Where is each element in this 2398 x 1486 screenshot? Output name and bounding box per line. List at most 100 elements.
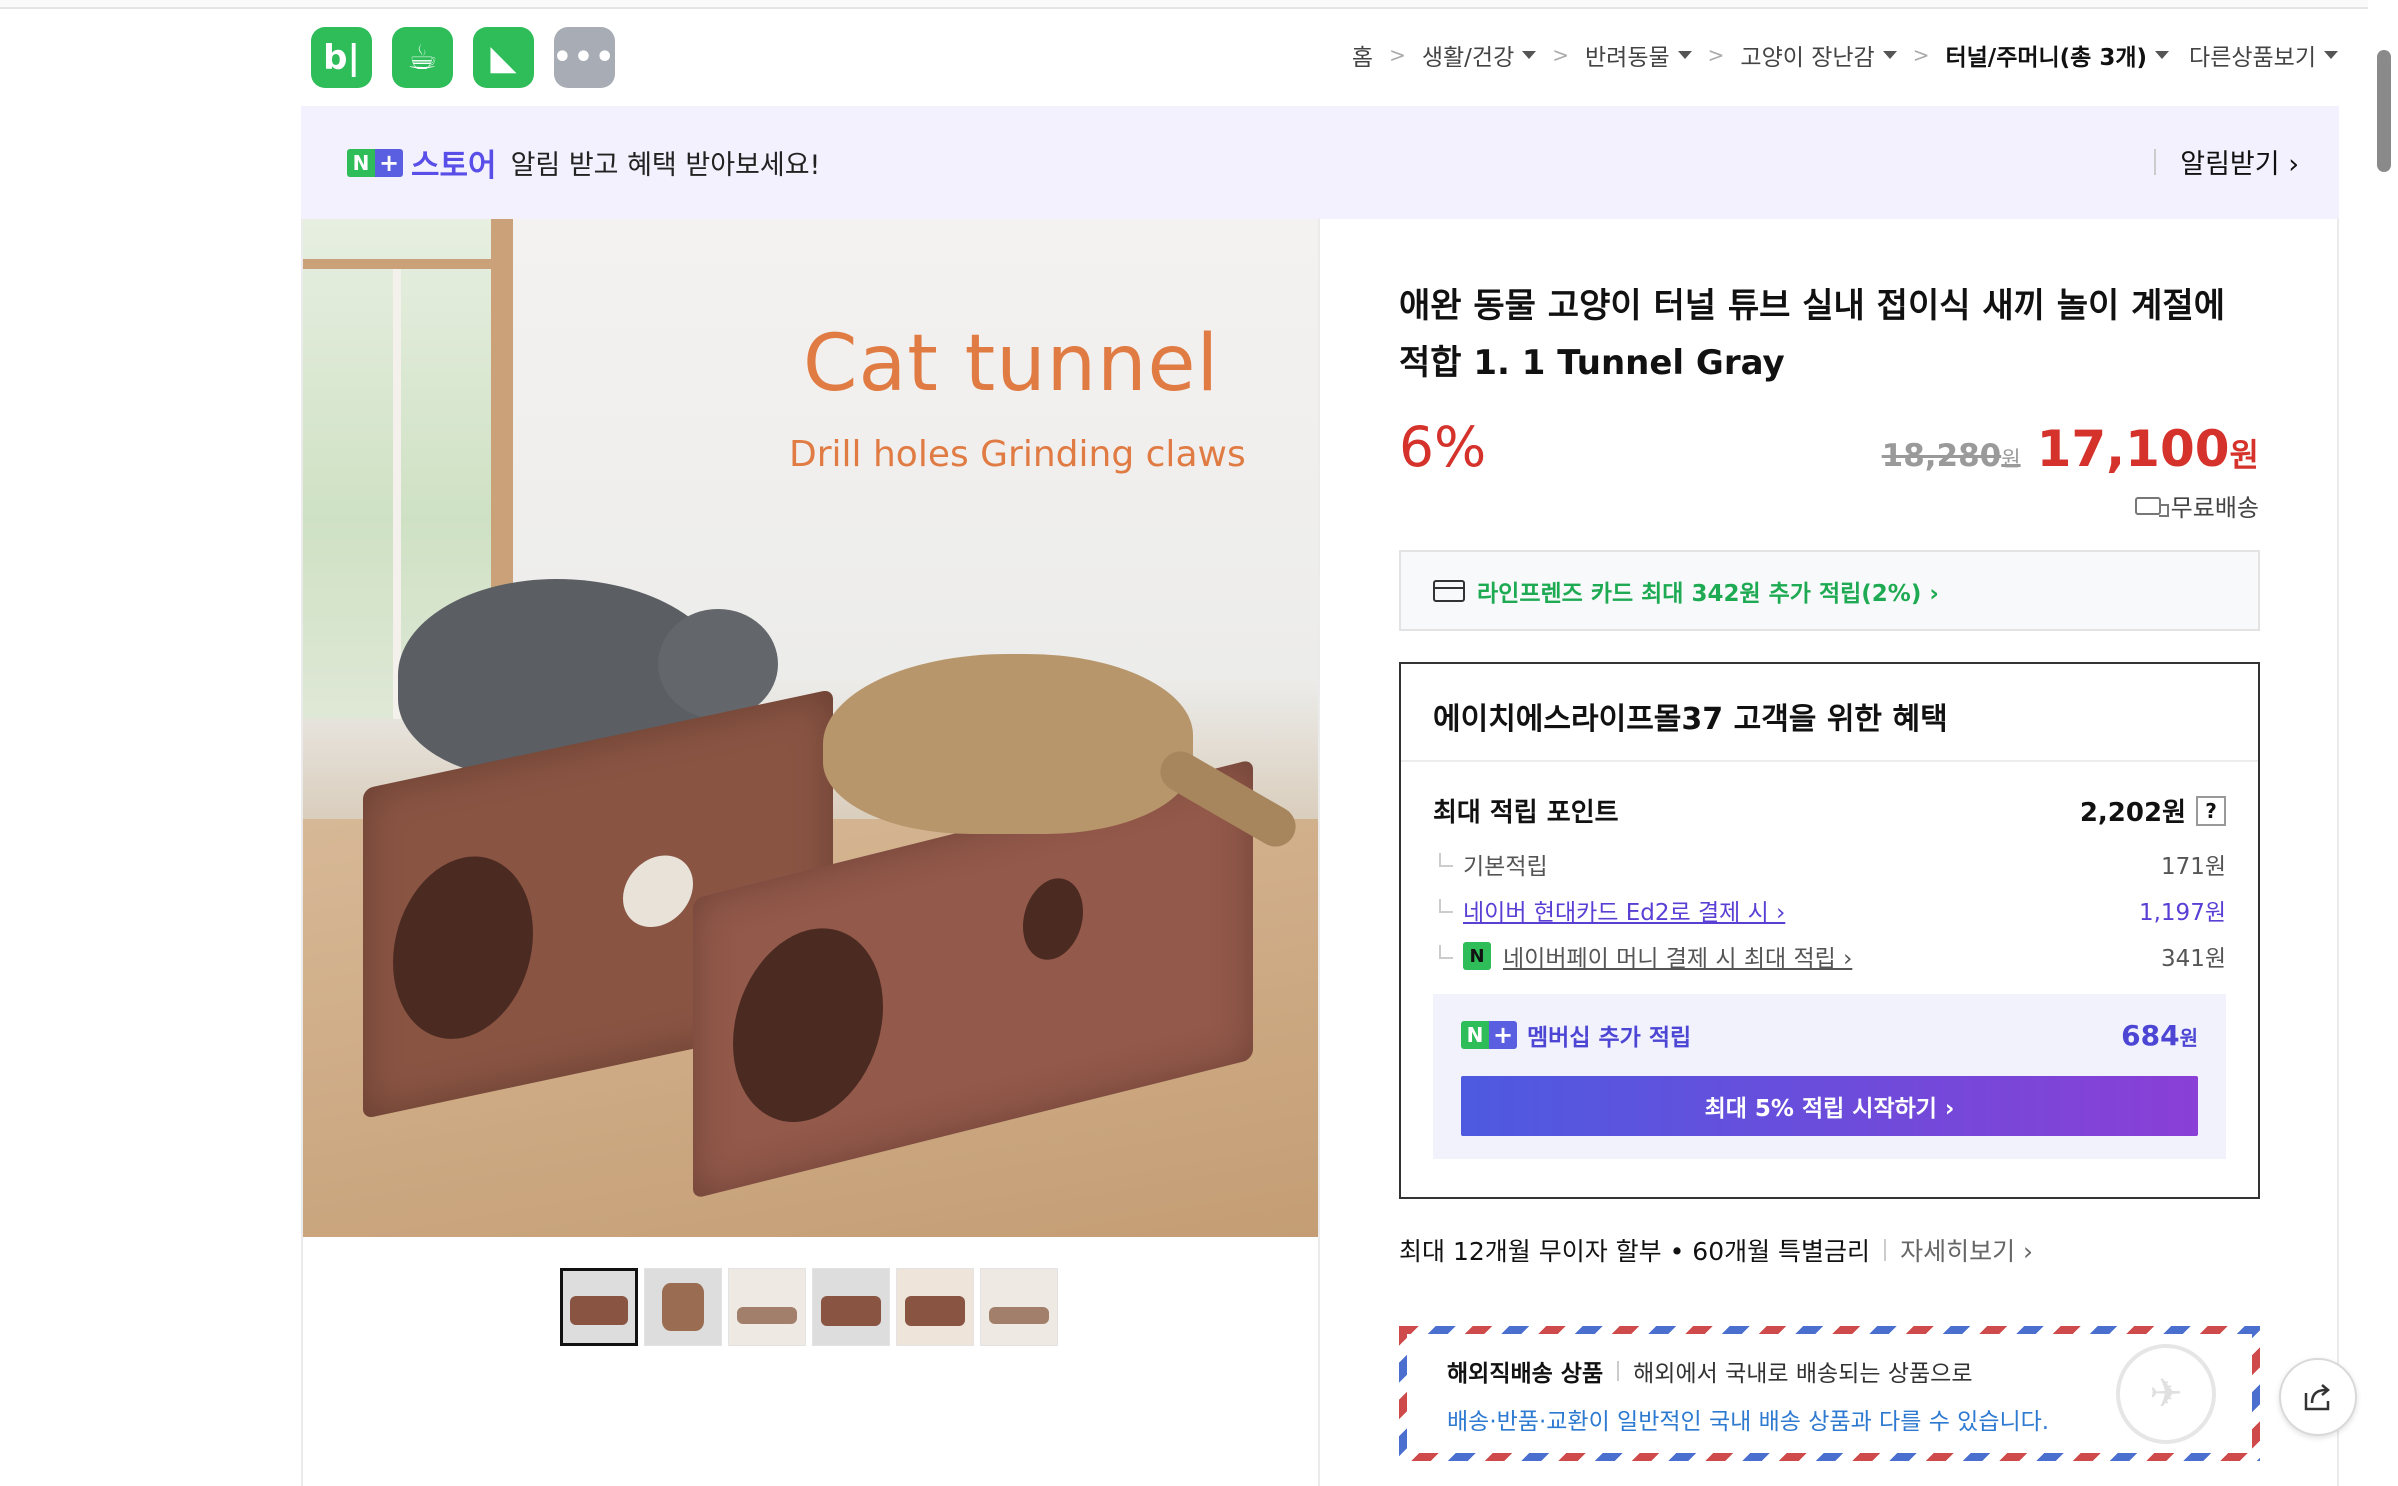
card-offer-box[interactable]: 라인프렌즈 카드 최대 342원 추가 적립(2%) › (1399, 550, 2260, 631)
service-app-bar: b| ☕ ◣ ••• (311, 27, 615, 88)
more-icon[interactable]: ••• (553, 27, 615, 88)
subscribe-alert-button[interactable]: 알림받기 › (2154, 142, 2299, 181)
breadcrumb-category-2[interactable]: 반려동물 (1585, 38, 1692, 72)
price-block: 18,280원 17,100원 (1882, 420, 2259, 478)
thumbnail-6[interactable] (980, 1268, 1058, 1346)
gray-cat-head (658, 609, 778, 719)
vertical-scrollbar[interactable] (2368, 0, 2398, 1486)
airplane-stamp-icon: ✈ (2116, 1344, 2216, 1444)
chevron-down-icon (1882, 51, 1897, 59)
scrollbar-thumb[interactable] (2377, 50, 2391, 172)
chevron-down-icon (2324, 51, 2338, 59)
npay-icon: N (1463, 942, 1491, 970)
thumbnail-4[interactable] (812, 1268, 890, 1346)
browser-top-edge (0, 0, 2398, 9)
nplus-store-logo: N + (347, 148, 403, 177)
membership-value: 684원 (2121, 1018, 2198, 1052)
breadcrumb-category-4[interactable]: 터널/주머니(총 3개) (1945, 38, 2170, 72)
card-offer-text: 라인프렌즈 카드 최대 342원 추가 적립(2%) › (1477, 580, 1939, 607)
hyundai-card-points-row[interactable]: 네이버 현대카드 Ed2로 결제 시 › 1,197원 (1433, 893, 2226, 927)
max-points-row: 최대 적립 포인트 2,202원? (1433, 792, 2226, 829)
chevron-down-icon (2155, 51, 2170, 59)
basic-points-row: 기본적립 171원 (1433, 847, 2226, 881)
blog-icon[interactable]: b| (311, 27, 372, 88)
share-button[interactable] (2279, 1358, 2357, 1436)
credit-card-icon (1433, 579, 1465, 602)
overseas-description: 해외에서 국내로 배송되는 상품으로 (1633, 1361, 1973, 1387)
bookmark-icon[interactable]: ◣ (473, 27, 534, 88)
breadcrumb-label: 다른상품보기 (2189, 45, 2316, 71)
plus-logo-mark: + (375, 148, 403, 177)
breadcrumb-separator: > (1912, 43, 1930, 67)
n-logo-mark: N (347, 148, 375, 177)
breadcrumb: 홈 > 생활/건강 > 반려동물 > 고양이 장난감 > 터널/주머니(총 3개… (1352, 38, 2338, 72)
share-icon (2304, 1384, 2330, 1411)
help-icon[interactable]: ? (2196, 795, 2226, 826)
product-main-image[interactable]: Cat tunnel Drill holes Grinding claws (303, 219, 1318, 1237)
breadcrumb-separator: > (1707, 43, 1725, 67)
thumbnail-3[interactable] (728, 1268, 806, 1346)
start-membership-button[interactable]: 최대 5% 적립 시작하기 › (1461, 1076, 2198, 1136)
breadcrumb-label: 터널/주머니(총 3개) (1945, 45, 2148, 71)
sale-price: 17,100원 (2036, 420, 2259, 478)
breadcrumb-category-1[interactable]: 생활/건강 (1421, 38, 1537, 72)
breadcrumb-separator: > (1552, 43, 1570, 67)
shipping-label: 무료배송 (2170, 494, 2259, 522)
product-title: 애완 동물 고양이 터널 튜브 실내 접이식 새끼 놀이 계절에 적합 1. 1… (1399, 286, 2225, 383)
truck-icon (2134, 496, 2169, 517)
chevron-down-icon (1522, 51, 1537, 59)
breadcrumb-home[interactable]: 홈 (1352, 38, 1373, 72)
benefit-title: 에이치에스라이프몰37 고객을 위한 혜택 (1433, 702, 1948, 737)
breadcrumb-label: 생활/건강 (1421, 45, 1515, 71)
shipping-info: 무료배송 (2134, 488, 2259, 523)
subscribe-label: 알림받기 › (2180, 149, 2299, 180)
points-value: 1,197원 (2138, 900, 2226, 926)
plus-logo-mark: + (1489, 1021, 1517, 1049)
chevron-down-icon (1677, 51, 1692, 59)
tunnel-hole (1023, 871, 1083, 967)
thumbnail-1[interactable] (560, 1268, 638, 1346)
overseas-warning: 배송·반품·교환이 일반적인 국내 배송 상품과 다를 수 있습니다. (1447, 1409, 2050, 1435)
image-headline: Cat tunnel (803, 319, 1220, 409)
divider (1318, 219, 1320, 1486)
breadcrumb-separator: > (1389, 43, 1406, 67)
points-label[interactable]: 네이버 현대카드 Ed2로 결제 시 › (1463, 893, 1785, 927)
cafe-icon[interactable]: ☕ (392, 27, 453, 88)
installment-text: 최대 12개월 무이자 할부 • 60개월 특별금리 (1399, 1237, 1871, 1266)
store-alert-banner: N + 스토어 알림 받고 혜택 받아보세요! 알림받기 › (301, 106, 2339, 219)
overseas-label: 해외직배송 상품 (1447, 1361, 1604, 1387)
breadcrumb-label: 고양이 장난감 (1740, 45, 1875, 71)
installment-details-link[interactable]: 자세히보기 › (1900, 1232, 2033, 1268)
membership-label: 멤버십 추가 적립 (1527, 1025, 1692, 1051)
discount-rate: 6% (1399, 415, 1487, 479)
tunnel-hole (623, 848, 693, 934)
max-points-value: 2,202원 (2079, 798, 2186, 828)
banner-message: 알림 받고 혜택 받아보세요! (510, 150, 821, 181)
image-subline: Drill holes Grinding claws (789, 434, 1246, 475)
points-label[interactable]: 네이버페이 머니 결제 시 최대 적립 › (1503, 939, 1852, 973)
other-products-dropdown[interactable]: 다른상품보기 (2189, 38, 2338, 72)
nplus-membership-logo: N + (1461, 1021, 1517, 1049)
store-word: 스토어 (411, 148, 497, 184)
divider (1884, 1239, 1887, 1261)
overseas-shipping-notice: 해외직배송 상품 해외에서 국내로 배송되는 상품으로 배송·반품·교환이 일반… (1399, 1326, 2260, 1461)
npay-money-points-row[interactable]: N 네이버페이 머니 결제 시 최대 적립 › 341원 (1433, 939, 2226, 973)
installment-info: 최대 12개월 무이자 할부 • 60개월 특별금리 자세히보기 › (1399, 1232, 2033, 1268)
tabby-cat (823, 654, 1193, 834)
thumbnail-2[interactable] (644, 1268, 722, 1346)
breadcrumb-label: 반려동물 (1585, 45, 1670, 71)
points-value: 171원 (2160, 854, 2226, 880)
tunnel-hole (733, 911, 883, 1139)
seller-benefit-box: 에이치에스라이프몰37 고객을 위한 혜택 최대 적립 포인트 2,202원? … (1399, 662, 2260, 1199)
divider (1617, 1361, 1620, 1381)
points-label: 기본적립 (1433, 847, 1548, 881)
tunnel-hole (393, 842, 533, 1053)
original-price: 18,280원 (1881, 438, 2021, 474)
divider (2154, 148, 2157, 175)
thumbnail-strip (560, 1268, 1058, 1346)
breadcrumb-category-3[interactable]: 고양이 장난감 (1740, 38, 1897, 72)
max-points-label: 최대 적립 포인트 (1433, 798, 1619, 828)
membership-box: N + 멤버십 추가 적립 684원 최대 5% 적립 시작하기 › (1433, 994, 2226, 1159)
thumbnail-5[interactable] (896, 1268, 974, 1346)
divider (1401, 760, 2258, 762)
